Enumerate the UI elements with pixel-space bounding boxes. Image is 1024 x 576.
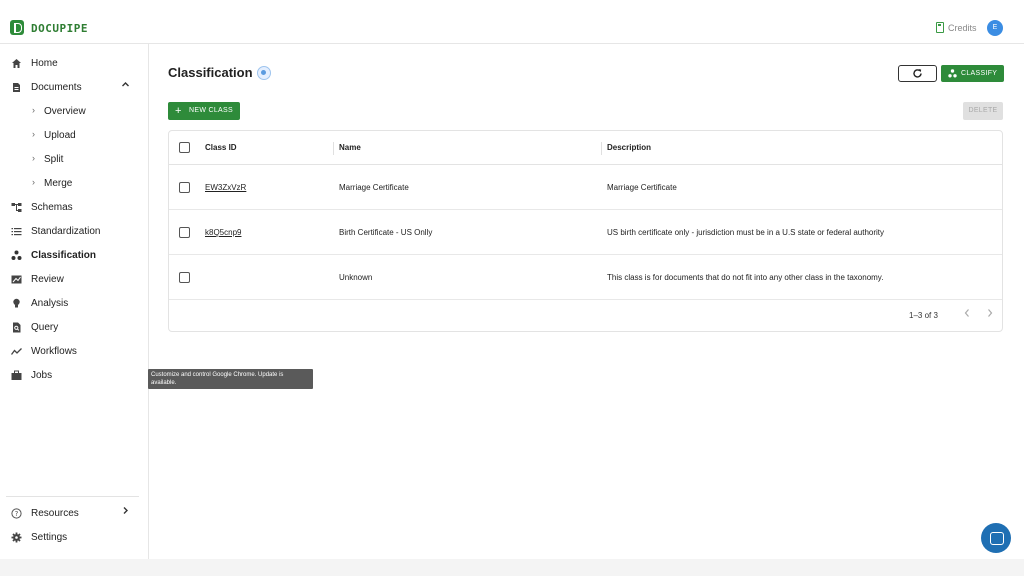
calculator-icon[interactable]	[936, 22, 944, 33]
sidebar-item-upload[interactable]: › Upload	[0, 125, 148, 147]
sidebar-item-label: Workflows	[31, 346, 77, 357]
classify-button-label: CLASSIFY	[961, 70, 998, 77]
sidebar-item-label: Home	[31, 58, 58, 69]
top-bar: DOCUPIPE Credits E	[0, 0, 1024, 44]
classify-button[interactable]: CLASSIFY	[941, 65, 1004, 82]
sidebar-item-workflows[interactable]: Workflows	[0, 341, 148, 363]
sidebar-item-label: Resources	[31, 508, 79, 519]
sidebar-item-merge[interactable]: › Merge	[0, 173, 148, 195]
help-icon: ?	[11, 508, 22, 519]
chevron-right-icon: ›	[32, 129, 35, 139]
class-id-link[interactable]: k8Q5cnp9	[205, 228, 241, 237]
class-name: Marriage Certificate	[339, 183, 409, 192]
sidebar: Home Documents › Overview › Upload › Spl…	[0, 44, 149, 559]
sidebar-item-jobs[interactable]: Jobs	[0, 365, 148, 387]
table-row[interactable]: EW3ZxVzR Marriage Certificate Marriage C…	[169, 165, 1002, 210]
column-separator[interactable]	[601, 142, 602, 155]
sidebar-item-label: Upload	[44, 130, 76, 141]
sidebar-item-label: Overview	[44, 106, 86, 117]
row-checkbox[interactable]	[179, 182, 190, 193]
sidebar-item-label: Standardization	[31, 226, 101, 237]
page-title: Classification	[168, 65, 253, 80]
column-header-description[interactable]: Description	[607, 143, 651, 152]
column-header-class-id[interactable]: Class ID	[205, 143, 237, 152]
sidebar-item-label: Review	[31, 274, 64, 285]
chat-launcher-button[interactable]	[981, 523, 1011, 553]
chevron-right-icon: ›	[32, 153, 35, 163]
brand-name[interactable]: DOCUPIPE	[31, 22, 88, 35]
sidebar-item-split[interactable]: › Split	[0, 149, 148, 171]
chrome-update-tooltip: Customize and control Google Chrome. Upd…	[148, 369, 313, 389]
sidebar-item-schemas[interactable]: Schemas	[0, 197, 148, 219]
sidebar-item-resources[interactable]: ? Resources	[0, 503, 148, 525]
gear-icon	[11, 532, 22, 543]
chevron-up-icon[interactable]	[121, 80, 130, 92]
class-description: US birth certificate only - jurisdiction…	[607, 228, 885, 237]
sidebar-item-label: Jobs	[31, 370, 53, 381]
classes-table: Class ID Name Description EW3ZxVzR Marri…	[168, 130, 1003, 332]
sidebar-item-label: Query	[31, 322, 59, 333]
row-checkbox[interactable]	[179, 272, 190, 283]
table-row[interactable]: k8Q5cnp9 Birth Certificate - US Onlly US…	[169, 210, 1002, 255]
sidebar-item-documents[interactable]: Documents	[0, 77, 148, 99]
new-class-button-label: NEW CLASS	[189, 107, 233, 114]
sidebar-item-label: Classification	[31, 250, 97, 261]
sidebar-item-settings[interactable]: Settings	[0, 527, 148, 549]
window-bottom-strip	[0, 559, 1024, 576]
avatar[interactable]: E	[987, 20, 1003, 36]
list-icon	[11, 226, 22, 237]
sidebar-item-label: Merge	[44, 178, 73, 189]
docupipe-logo-icon[interactable]	[10, 20, 24, 35]
review-icon	[11, 274, 22, 285]
sidebar-item-label: Schemas	[31, 202, 73, 213]
classification-icon	[11, 250, 22, 261]
info-icon[interactable]	[257, 66, 271, 80]
table-row[interactable]: Unknown This class is for documents that…	[169, 255, 1002, 300]
sidebar-item-overview[interactable]: › Overview	[0, 101, 148, 123]
select-all-checkbox[interactable]	[179, 142, 190, 153]
sidebar-item-standardization[interactable]: Standardization	[0, 221, 148, 243]
delete-button[interactable]: DELETE	[963, 102, 1003, 120]
schema-icon	[11, 202, 22, 213]
sidebar-item-classification[interactable]: Classification	[0, 245, 148, 267]
chevron-right-icon: ›	[32, 177, 35, 187]
sidebar-item-label: Analysis	[31, 298, 69, 309]
chevron-right-icon[interactable]	[986, 308, 994, 321]
class-description: Marriage Certificate	[607, 183, 677, 192]
class-id-link[interactable]: EW3ZxVzR	[205, 183, 246, 192]
sidebar-item-analysis[interactable]: Analysis	[0, 293, 148, 315]
class-name: Unknown	[339, 273, 373, 282]
class-description: This class is for documents that do not …	[607, 273, 884, 282]
row-checkbox[interactable]	[179, 227, 190, 238]
sidebar-item-review[interactable]: Review	[0, 269, 148, 291]
new-class-button[interactable]: + NEW CLASS	[168, 102, 240, 120]
refresh-button[interactable]	[898, 65, 937, 82]
lightbulb-icon	[11, 298, 22, 309]
query-icon	[11, 322, 22, 333]
sidebar-item-home[interactable]: Home	[0, 53, 148, 75]
chevron-left-icon[interactable]	[963, 308, 971, 321]
chevron-right-icon[interactable]	[121, 506, 130, 518]
column-separator[interactable]	[333, 142, 334, 155]
credits-link[interactable]: Credits	[948, 23, 977, 33]
document-icon	[11, 82, 22, 93]
workflow-icon	[11, 346, 22, 357]
class-name: Birth Certificate - US Onlly	[339, 228, 433, 237]
sidebar-item-query[interactable]: Query	[0, 317, 148, 339]
chevron-right-icon: ›	[32, 105, 35, 115]
pagination-label: 1–3 of 3	[909, 311, 938, 320]
home-icon	[11, 58, 22, 69]
plus-icon: +	[175, 105, 182, 117]
classification-icon	[948, 69, 957, 80]
table-header: Class ID Name Description	[169, 131, 1002, 165]
sidebar-item-label: Split	[44, 154, 64, 165]
sidebar-item-label: Settings	[31, 532, 68, 543]
refresh-icon	[913, 69, 922, 78]
sidebar-item-label: Documents	[31, 82, 82, 93]
svg-text:?: ?	[15, 510, 19, 518]
sidebar-divider	[6, 496, 139, 497]
briefcase-icon	[11, 370, 22, 381]
column-header-name[interactable]: Name	[339, 143, 361, 152]
